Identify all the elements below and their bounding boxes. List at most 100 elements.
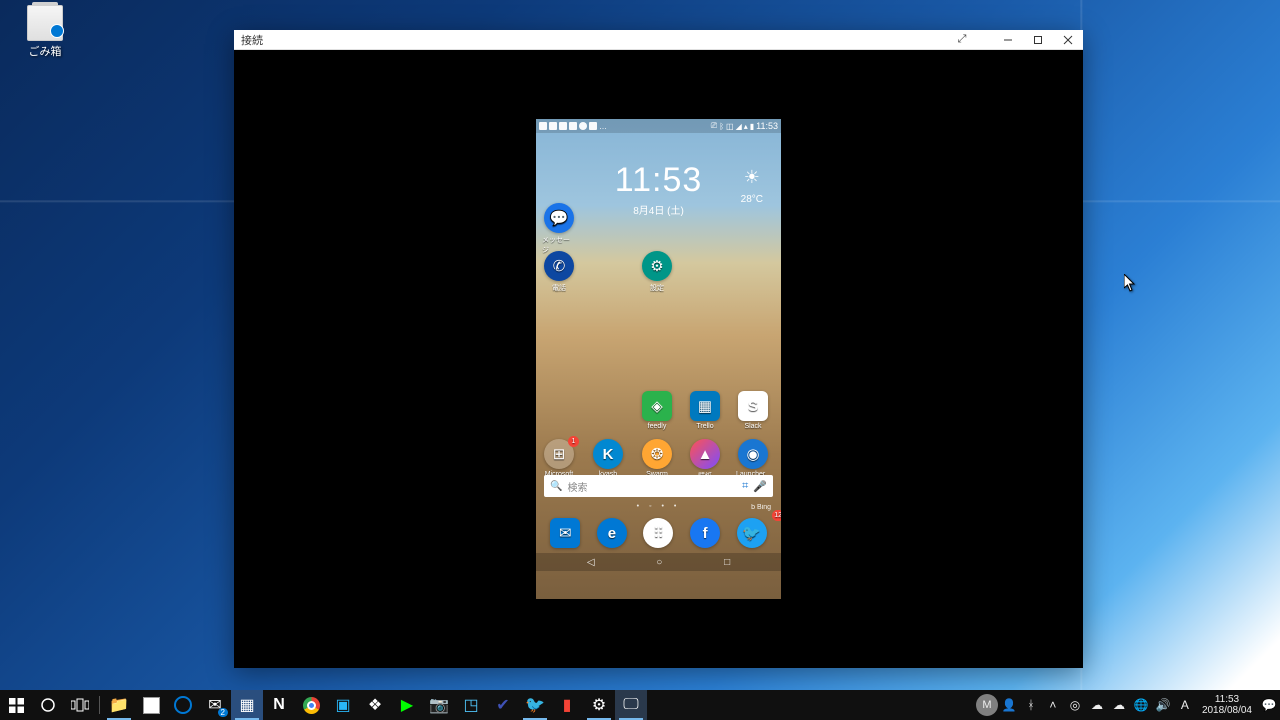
page-indicator: • ◦ • • [536, 503, 781, 510]
taskbar[interactable]: 📁 ✉2 ▦ N ▣ ❖ ▶ 📷 ◳ ✔ 🐦 ▮ ⚙ 🖵 M 👤 ᚼ ˄ ◎ ☁… [0, 690, 1280, 720]
tray-people[interactable]: 👤 [998, 690, 1020, 720]
signal-icon: ▴ [744, 122, 748, 131]
taskbar-connect[interactable]: 🖵 [615, 690, 647, 720]
tray-onedrive-icon[interactable]: ☁ [1108, 690, 1130, 720]
weather-widget[interactable]: ☀ 28°C [741, 167, 763, 205]
recycle-bin-label: ごみ箱 [15, 43, 75, 59]
desktop[interactable]: ごみ箱 接続 ⤢ [0, 0, 1280, 720]
app-kyash[interactable]: K kyash [591, 439, 625, 478]
status-time: 11:53 [756, 121, 778, 131]
notif-icon [569, 122, 577, 130]
dock-edge[interactable]: e [595, 518, 629, 548]
taskbar-app-2[interactable]: ▣ [327, 690, 359, 720]
taskbar-store[interactable] [135, 690, 167, 720]
qr-icon[interactable]: ⌗ [742, 480, 748, 493]
phone-screen[interactable]: … ⎚ ᛒ ◫ ◢ ▴ ▮ 11:53 11:53 8月4日 (土) [536, 119, 781, 599]
nav-recents[interactable]: □ [724, 557, 730, 568]
badge: 1 [568, 436, 579, 447]
twitter-icon: 🐦 [737, 518, 767, 548]
swarm-icon: ❂ [642, 439, 672, 469]
cortana-button[interactable] [32, 690, 64, 720]
avatar: M [976, 694, 998, 716]
dock-outlook[interactable]: ✉ 1 [548, 518, 582, 548]
taskbar-settings[interactable]: ⚙ [583, 690, 615, 720]
app-phone[interactable]: ✆ 電話 [542, 251, 576, 293]
minimize-button[interactable] [993, 30, 1023, 50]
sun-icon: ☀ [741, 167, 763, 188]
store-icon [143, 697, 160, 714]
tray-network-icon[interactable]: 🌐 [1130, 690, 1152, 720]
tray-onedrive-icon[interactable]: ☁ [1086, 690, 1108, 720]
wifi-icon: ◢ [736, 122, 742, 131]
taskbar-app-4[interactable]: ◳ [455, 690, 487, 720]
tray-bluetooth[interactable]: ᚼ [1020, 690, 1042, 720]
titlebar[interactable]: 接続 ⤢ [234, 30, 1083, 50]
app-messages[interactable]: 💬 メッセージ [542, 203, 576, 255]
taskbar-todo[interactable]: ✔ [487, 690, 519, 720]
edge-icon [174, 696, 192, 714]
notif-icon [579, 122, 587, 130]
tray-ime[interactable]: A [1174, 690, 1196, 720]
tray-location-icon[interactable]: ◎ [1064, 690, 1086, 720]
app-label: Trello [696, 423, 713, 430]
weather-temp: 28°C [741, 194, 763, 205]
tray-chevron-up-icon[interactable]: ˄ [1042, 690, 1064, 720]
taskbar-chrome[interactable] [295, 690, 327, 720]
app-label: Slack [744, 423, 761, 430]
app-trello[interactable]: ▦ Trello [688, 391, 722, 430]
tray-volume-icon[interactable]: 🔊 [1152, 690, 1174, 720]
ime-label: A [1181, 698, 1189, 712]
taskbar-edge[interactable] [167, 690, 199, 720]
taskbar-app-3[interactable]: ❖ [359, 690, 391, 720]
phone-icon: ✆ [544, 251, 574, 281]
taskbar-clock[interactable]: 11:53 2018/08/04 [1196, 694, 1258, 716]
taskbar-notion[interactable]: N [263, 690, 295, 720]
task-view-button[interactable] [64, 690, 96, 720]
taskbar-app-1[interactable]: ▦ [231, 690, 263, 720]
gear-icon: ⚙ [642, 251, 672, 281]
taskbar-twitter[interactable]: 🐦 [519, 690, 551, 720]
vibrate-icon: ◫ [726, 122, 734, 131]
taskbar-play[interactable]: ▶ [391, 690, 423, 720]
action-center-button[interactable]: 💬 [1258, 690, 1280, 720]
chrome-icon [303, 697, 320, 714]
tray-user[interactable]: M [976, 690, 998, 720]
projection-viewport: … ⎚ ᛒ ◫ ◢ ▴ ▮ 11:53 11:53 8月4日 (土) [234, 50, 1083, 668]
close-button[interactable] [1053, 30, 1083, 50]
mic-icon[interactable]: 🎤 [753, 480, 767, 493]
notif-icon [559, 122, 567, 130]
maximize-button[interactable] [1023, 30, 1053, 50]
search-bar[interactable]: 🔍 検索 ⌗ 🎤 [544, 475, 773, 497]
taskbar-divider [99, 696, 100, 714]
app-feedly[interactable]: ◈ feedly [640, 391, 674, 430]
nav-home[interactable]: ○ [656, 557, 662, 568]
window-title: 接続 [234, 32, 263, 48]
search-icon: 🔍 [550, 481, 562, 492]
app-label: feedly [648, 423, 667, 430]
recycle-bin[interactable]: ごみ箱 [15, 5, 75, 59]
start-button[interactable] [0, 690, 32, 720]
app-label: 電話 [552, 283, 566, 293]
notif-overflow: … [599, 122, 607, 131]
trello-icon: ▦ [690, 391, 720, 421]
app-swarm[interactable]: ❂ Swarm [640, 439, 674, 478]
taskbar-app-5[interactable]: ▮ [551, 690, 583, 720]
taskbar-camera[interactable]: 📷 [423, 690, 455, 720]
app-slack[interactable]: S Slack [736, 391, 770, 430]
taskbar-mail[interactable]: ✉2 [199, 690, 231, 720]
folder-microsoft[interactable]: ⊞ 1 Microsoft [542, 439, 576, 478]
dock-facebook[interactable]: f [688, 518, 722, 548]
phone-home[interactable]: 11:53 8月4日 (土) ☀ 28°C 💬 メッセージ ✆ 電話 [536, 133, 781, 553]
app-label: 設定 [650, 283, 664, 293]
expand-icon[interactable]: ⤢ [951, 33, 973, 46]
dock-app-drawer[interactable]: ⠿ [641, 518, 675, 548]
dock-twitter[interactable]: 🐦 12 [735, 518, 769, 548]
edge-icon: e [597, 518, 627, 548]
launcher-icon: ◉ [738, 439, 768, 469]
phone-statusbar[interactable]: … ⎚ ᛒ ◫ ◢ ▴ ▮ 11:53 [536, 119, 781, 133]
taskbar-explorer[interactable]: 📁 [103, 690, 135, 720]
app-settings[interactable]: ⚙ 設定 [640, 251, 674, 293]
recycle-bin-icon [27, 5, 63, 41]
nav-back[interactable]: ◁ [587, 557, 595, 568]
search-placeholder: 検索 [567, 479, 587, 494]
